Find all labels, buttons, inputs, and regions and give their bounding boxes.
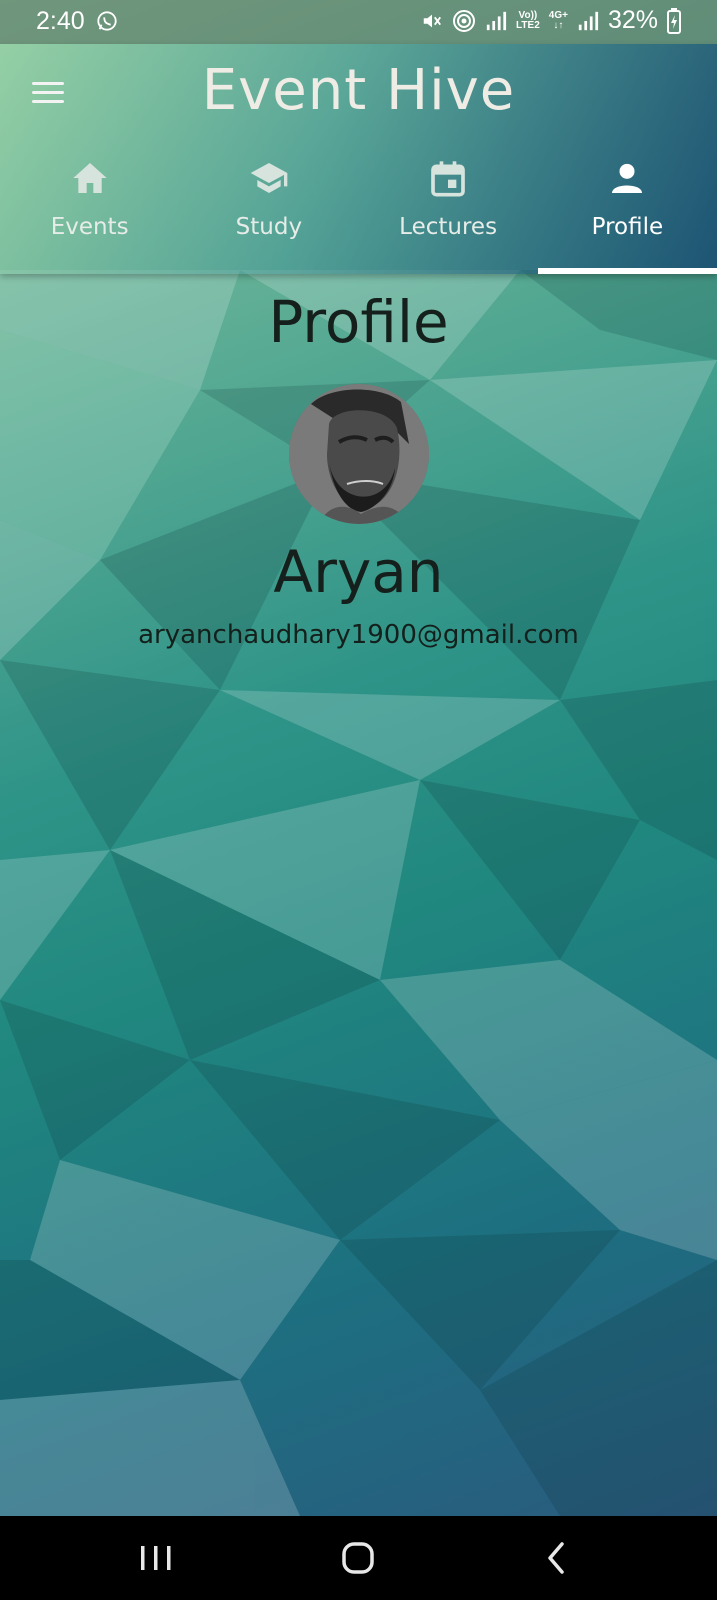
tab-active-indicator xyxy=(537,268,717,274)
app-title: Event Hive xyxy=(201,58,516,123)
user-name: Aryan xyxy=(273,538,444,606)
calendar-icon xyxy=(428,158,468,198)
status-time: 2:40 xyxy=(36,7,85,35)
mute-icon xyxy=(423,14,442,27)
tab-label-study: Study xyxy=(235,214,303,240)
home-icon xyxy=(70,158,110,198)
status-icons: Vo)) LTE2 4G+ ↓↑ 32% xyxy=(421,6,681,35)
volte-label: Vo)) xyxy=(518,9,538,21)
network-type: 4G+ ↓↑ xyxy=(548,9,568,31)
graduation-cap-icon xyxy=(249,158,289,198)
app-header: Event Hive Events Study Lectures Profile xyxy=(0,44,717,274)
data-arrows: ↓↑ xyxy=(553,19,564,31)
person-icon xyxy=(607,158,647,198)
avatar[interactable] xyxy=(289,384,429,524)
back-icon[interactable] xyxy=(528,1534,588,1582)
battery-charging-icon xyxy=(667,7,681,34)
tab-lectures[interactable]: Lectures xyxy=(359,144,538,274)
tab-profile[interactable]: Profile xyxy=(537,144,717,274)
whatsapp-icon xyxy=(96,10,118,32)
hotspot-icon xyxy=(453,9,476,32)
tab-study[interactable]: Study xyxy=(179,144,358,274)
battery-percent: 32% xyxy=(607,6,658,34)
signal-icon xyxy=(486,11,507,30)
home-button-icon[interactable] xyxy=(328,1534,388,1582)
tab-events[interactable]: Events xyxy=(0,144,179,274)
signal-icon xyxy=(578,11,599,30)
status-bar: 2:40 Vo)) LTE2 4G+ ↓↑ 32% xyxy=(0,0,717,44)
network-4g-label: 4G+ xyxy=(548,9,568,21)
recent-apps-icon[interactable] xyxy=(126,1534,186,1582)
tab-label-profile: Profile xyxy=(591,214,664,240)
page-title: Profile xyxy=(268,288,449,356)
lte-label: LTE2 xyxy=(516,19,540,31)
tab-bar: Events Study Lectures Profile xyxy=(0,144,717,274)
system-nav-bar xyxy=(0,1516,717,1600)
app-screen: 2:40 Vo)) LTE2 4G+ ↓↑ 32% Event Hive Eve… xyxy=(0,0,717,1516)
volte-indicator: Vo)) LTE2 xyxy=(516,9,540,31)
tab-label-lectures: Lectures xyxy=(399,214,498,240)
tab-label-events: Events xyxy=(50,214,129,240)
user-email: aryanchaudhary1900@gmail.com xyxy=(138,620,579,650)
